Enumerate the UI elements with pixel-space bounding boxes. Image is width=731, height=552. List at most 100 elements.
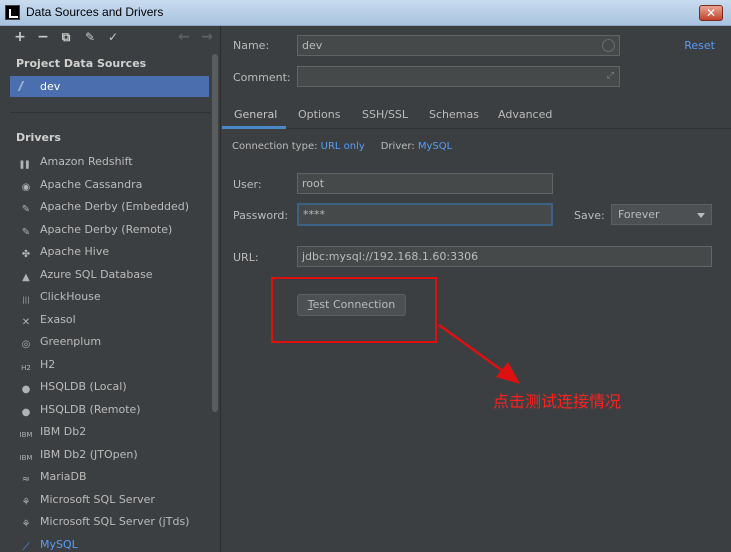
driver-item[interactable]: H2 H2: [18, 355, 208, 375]
remove-icon[interactable]: −: [35, 29, 51, 45]
chevron-down-icon: [697, 213, 705, 218]
driver-item[interactable]: ≈ MariaDB: [18, 467, 208, 487]
reset-link[interactable]: Reset: [684, 39, 715, 52]
ibm-icon: IBM: [19, 453, 33, 462]
back-arrow-icon[interactable]: ←: [176, 29, 192, 45]
settings-tabs: General Options SSH/SSL Schemas Advanced: [222, 103, 731, 129]
left-toolbar: + − ⧉ ✎ ✓ ← →: [0, 26, 221, 50]
intellij-app-icon: [5, 5, 20, 20]
comment-field[interactable]: ⤢: [297, 66, 620, 87]
driver-link[interactable]: MySQL: [418, 141, 452, 152]
connection-info: Connection type: URL only Driver: MySQL: [232, 141, 452, 152]
password-field[interactable]: ****: [297, 203, 553, 226]
forward-arrow-icon[interactable]: →: [199, 29, 215, 45]
driver-label: MariaDB: [40, 470, 87, 483]
driver-item[interactable]: ✤ Apache Hive: [18, 242, 208, 262]
window-close-button[interactable]: ✕: [699, 5, 723, 21]
save-label: Save:: [574, 209, 605, 222]
hsqldb-icon: ●: [21, 384, 31, 395]
datasource-icon: [17, 81, 33, 91]
driver-label: Azure SQL Database: [40, 267, 153, 281]
clickhouse-icon: |||: [22, 296, 30, 304]
driver-label: Amazon Redshift: [40, 155, 133, 168]
driver-label: HSQLDB (Local): [40, 380, 127, 393]
driver-label: IBM Db2 (JTOpen): [40, 447, 138, 461]
window-titlebar: Data Sources and Drivers ✕: [0, 0, 731, 26]
left-scrollbar[interactable]: [212, 54, 218, 412]
mssql-icon: ⚘: [21, 519, 31, 530]
driver-label: Greenplum: [40, 335, 102, 348]
driver-item[interactable]: ◉ Apache Cassandra: [18, 175, 208, 195]
annotation-arrow: [438, 323, 520, 384]
save-value: Forever: [618, 208, 660, 221]
driver-label: Driver:: [380, 141, 415, 152]
driver-label: Microsoft SQL Server: [40, 492, 155, 506]
user-label: User:: [233, 178, 262, 191]
active-tab-indicator: [222, 126, 286, 129]
exasol-icon: ✕: [21, 316, 31, 328]
mariadb-icon: ≈: [21, 474, 31, 485]
window-title: Data Sources and Drivers: [26, 5, 164, 19]
tab-ssh-ssl[interactable]: SSH/SSL: [362, 108, 408, 121]
duplicate-icon[interactable]: ⧉: [58, 29, 74, 45]
clear-icon[interactable]: [602, 39, 615, 52]
driver-item[interactable]: IBM IBM Db2: [18, 422, 208, 442]
tab-advanced[interactable]: Advanced: [498, 108, 552, 121]
driver-label: IBM Db2: [40, 425, 87, 438]
user-field[interactable]: root: [297, 173, 553, 194]
driver-item[interactable]: ✎ Apache Derby (Remote): [18, 220, 208, 240]
url-label: URL:: [233, 251, 259, 264]
driver-item[interactable]: ● HSQLDB (Remote): [18, 400, 208, 420]
right-panel: Name: dev Reset Comment: ⤢ General Optio…: [222, 26, 731, 552]
h2-icon: H2: [21, 363, 31, 372]
data-source-item-dev[interactable]: dev: [10, 76, 209, 97]
driver-label: Apache Derby (Remote): [40, 222, 173, 236]
driver-item[interactable]: ||| ClickHouse: [18, 287, 208, 307]
mssql-icon: ⚘: [21, 496, 31, 508]
name-field[interactable]: dev: [297, 35, 620, 56]
tab-general[interactable]: General: [234, 108, 277, 121]
name-label: Name:: [233, 39, 270, 52]
connection-type-label: Connection type:: [232, 141, 318, 152]
section-divider: [10, 112, 210, 113]
url-field[interactable]: jdbc:mysql://192.168.1.60:3306: [297, 246, 712, 267]
ibm-icon: IBM: [19, 431, 33, 439]
cassandra-icon: ◉: [21, 181, 31, 193]
data-source-label: dev: [40, 80, 61, 93]
driver-item[interactable]: ◎ Greenplum: [18, 332, 208, 352]
driver-label: HSQLDB (Remote): [40, 402, 141, 416]
driver-item[interactable]: ● HSQLDB (Local): [18, 377, 208, 397]
left-panel: + − ⧉ ✎ ✓ ← → Project Data Sources dev D…: [0, 26, 221, 552]
driver-item[interactable]: ⚘ Microsoft SQL Server: [18, 490, 208, 510]
tab-schemas[interactable]: Schemas: [429, 108, 479, 121]
driver-label: H2: [40, 357, 56, 371]
add-icon[interactable]: +: [12, 29, 28, 45]
comment-label: Comment:: [233, 71, 291, 84]
wrench-icon[interactable]: ✎: [82, 29, 98, 45]
driver-item[interactable]: ✕ Exasol: [18, 310, 208, 330]
driver-label: Apache Hive: [40, 245, 110, 258]
driver-label: Apache Derby (Embedded): [40, 200, 189, 213]
driver-label: MySQL: [40, 537, 78, 551]
project-data-sources-header: Project Data Sources: [16, 57, 147, 70]
driver-label: ClickHouse: [40, 290, 101, 303]
save-dropdown[interactable]: Forever: [611, 204, 712, 225]
driver-item[interactable]: ⟋ MySQL: [18, 535, 208, 552]
apply-icon[interactable]: ✓: [105, 29, 121, 45]
driver-label: Exasol: [40, 312, 76, 326]
name-value: dev: [302, 39, 323, 52]
driver-label: Apache Cassandra: [40, 177, 143, 191]
driver-item[interactable]: ✎ Apache Derby (Embedded): [18, 197, 208, 217]
driver-item[interactable]: ⚘ Microsoft SQL Server (jTds): [18, 512, 208, 532]
driver-item[interactable]: ▌▌ Amazon Redshift: [18, 152, 208, 172]
driver-item[interactable]: IBM IBM Db2 (JTOpen): [18, 445, 208, 465]
password-label: Password:: [233, 209, 289, 222]
tab-options[interactable]: Options: [298, 108, 340, 121]
greenplum-icon: ◎: [21, 339, 31, 350]
driver-label: Microsoft SQL Server (jTds): [40, 515, 190, 528]
connection-type-link[interactable]: URL only: [321, 141, 365, 152]
mysql-icon: ⟋: [22, 541, 30, 552]
expand-icon[interactable]: ⤢: [607, 72, 614, 81]
hsqldb-icon: ●: [21, 406, 31, 418]
driver-item[interactable]: ▲ Azure SQL Database: [18, 265, 208, 285]
